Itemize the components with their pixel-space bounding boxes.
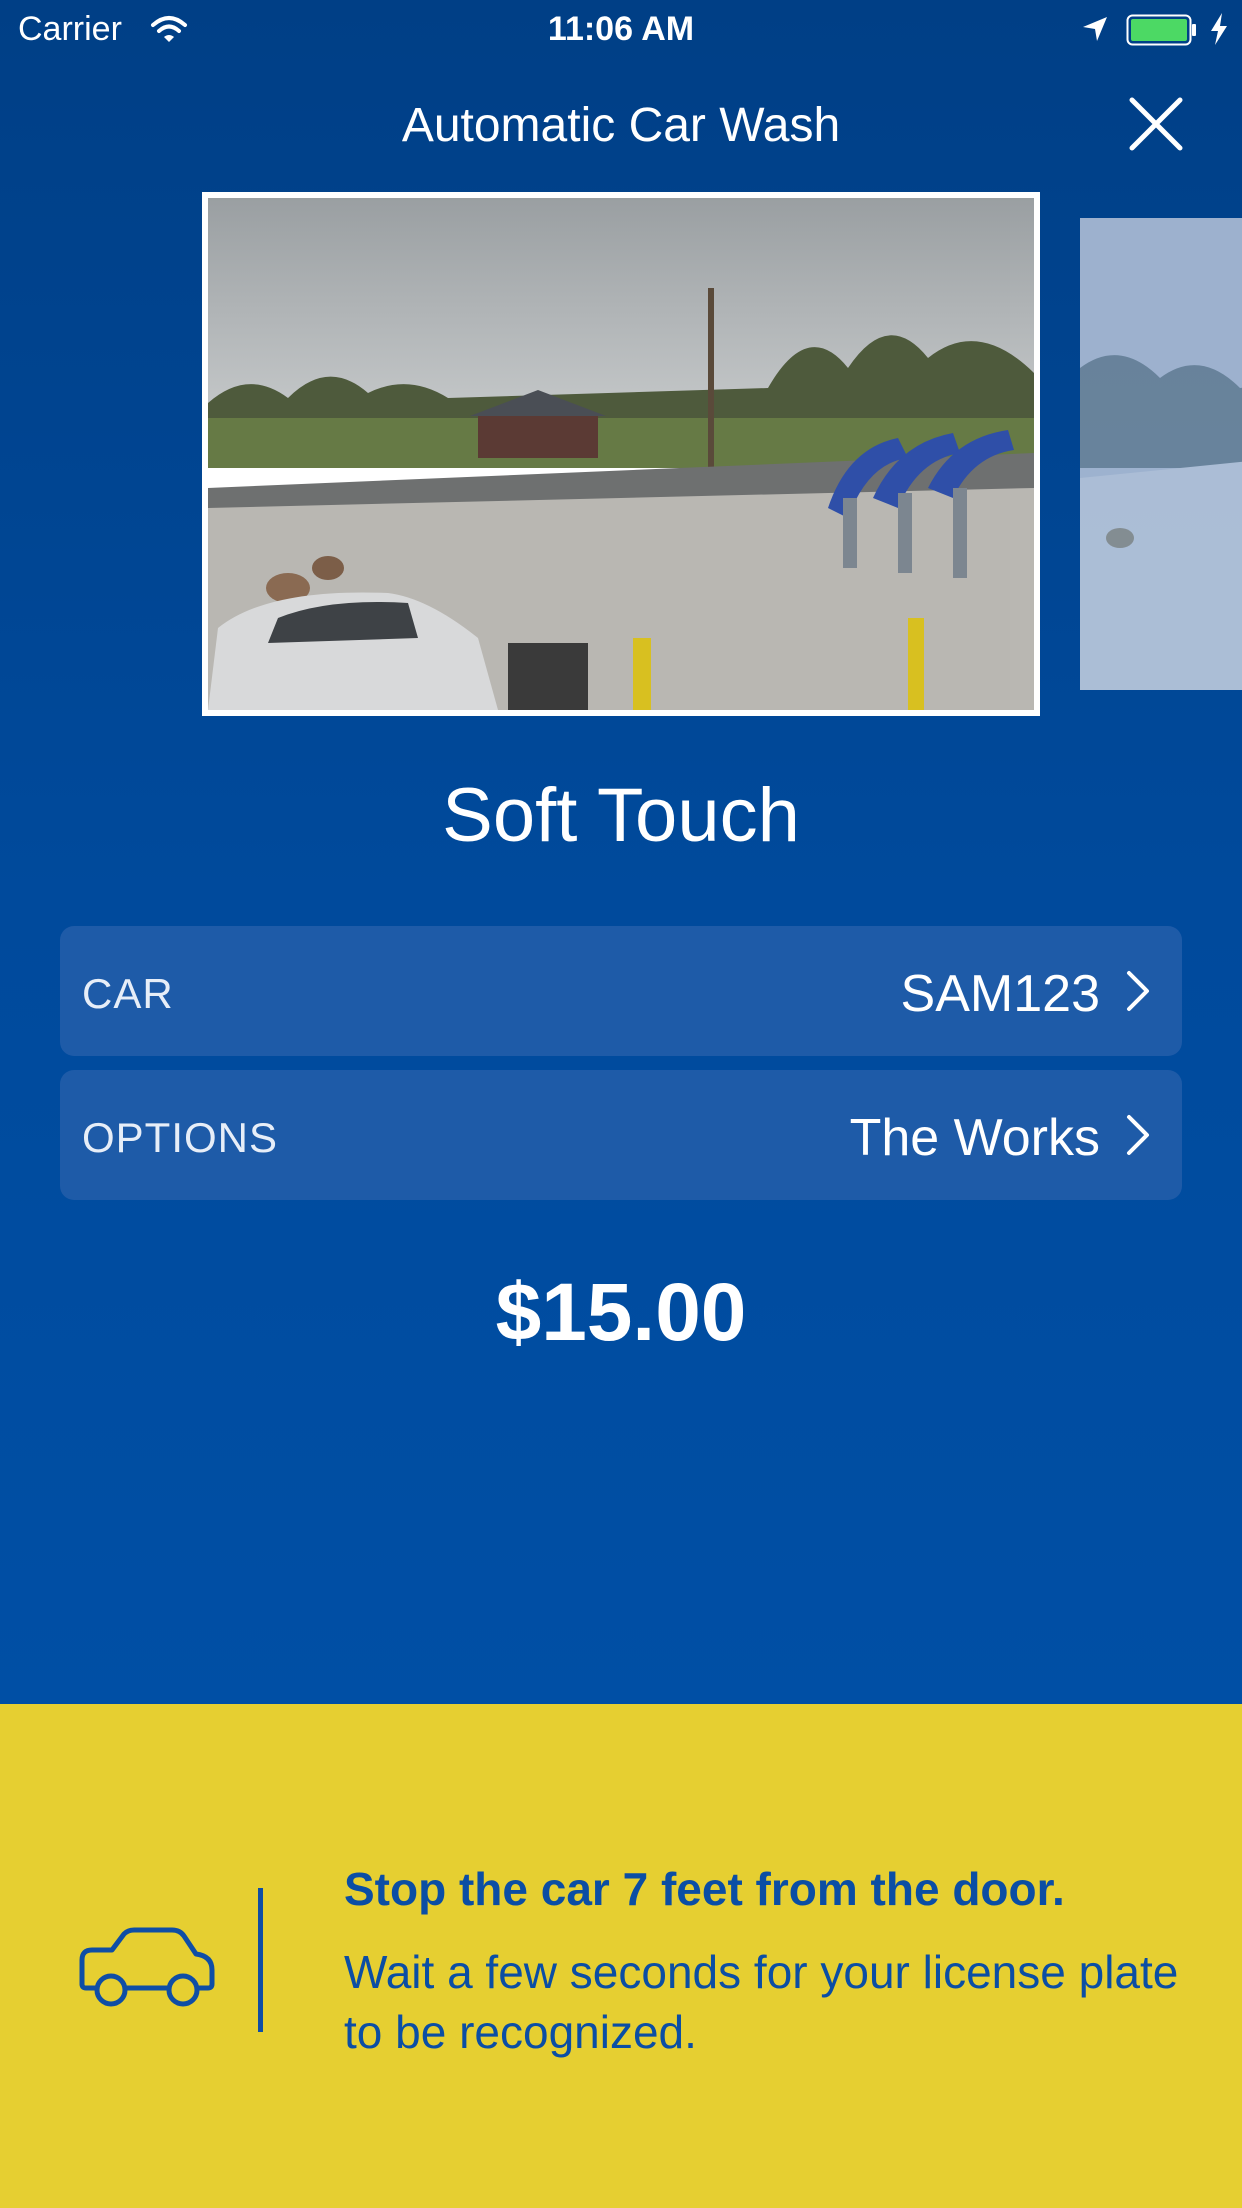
close-icon[interactable] (1126, 94, 1186, 154)
options-value: The Works (849, 1109, 1100, 1167)
price-label: $15.00 (495, 1267, 747, 1358)
wash-camera-photo[interactable] (202, 192, 1040, 716)
options-label: OPTIONS (82, 1114, 279, 1161)
car-selector-row[interactable]: CAR SAM123 (60, 926, 1182, 1056)
main-panel: Carrier 11:06 AM Automatic Car Wash Soft… (0, 0, 1242, 1704)
car-label: CAR (82, 970, 174, 1017)
wash-type-title: Soft Touch (442, 773, 800, 858)
next-wash-photo-preview[interactable] (1080, 218, 1242, 690)
banner-divider (258, 1888, 263, 2032)
car-icon (79, 1927, 215, 2007)
instruction-body: Wait a few seconds for your license plat… (344, 1946, 1179, 2058)
status-time: 11:06 AM (547, 10, 695, 48)
instruction-banner: Stop the car 7 feet from the door. Wait … (0, 1704, 1242, 2208)
location-arrow-icon (1083, 17, 1107, 41)
battery-icon (1126, 14, 1196, 46)
options-selector-row[interactable]: OPTIONS The Works (60, 1070, 1182, 1200)
car-value: SAM123 (900, 965, 1100, 1023)
status-bar: Carrier 11:06 AM (0, 0, 1242, 60)
charging-icon (1211, 13, 1227, 45)
page-title: Automatic Car Wash (401, 99, 841, 152)
car-wash-photo-image (208, 198, 1034, 710)
chevron-right-icon (1127, 971, 1149, 1011)
instruction-title: Stop the car 7 feet from the door. (344, 1863, 1065, 1915)
chevron-right-icon (1127, 1115, 1149, 1155)
